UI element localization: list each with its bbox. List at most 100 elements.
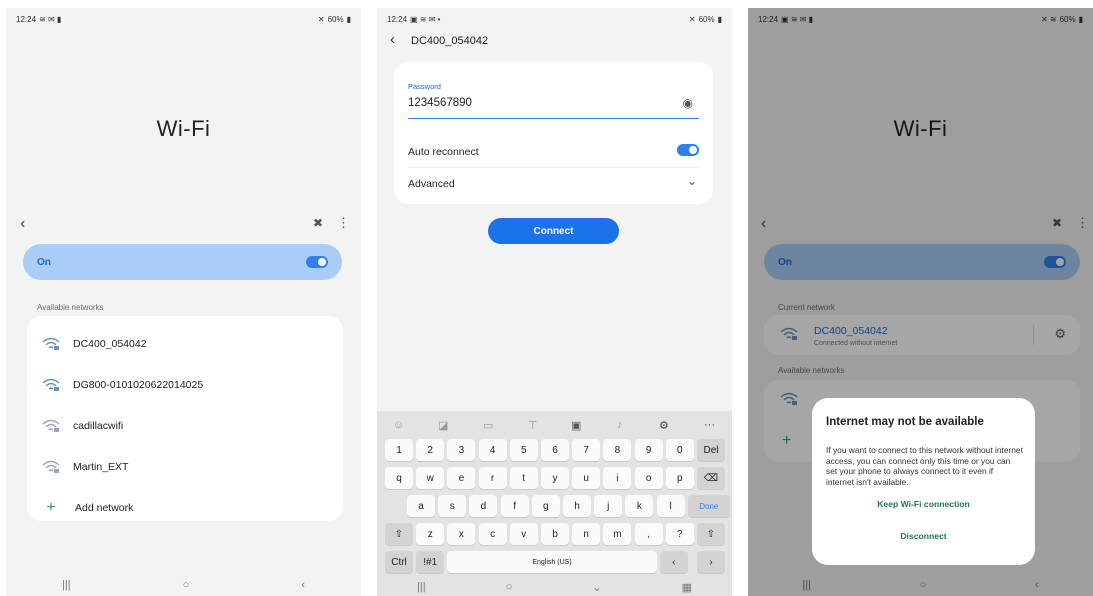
add-network-label: Add network: [75, 502, 134, 514]
password-input[interactable]: 1234567890: [408, 97, 472, 109]
keep-wifi-button[interactable]: Keep Wi-Fi connection: [812, 499, 1035, 509]
status-bar: 12:24 ≋ ✉ ▮ ✕ 60% ▮: [16, 12, 351, 26]
recent-apps-icon[interactable]: |||: [62, 579, 71, 591]
key-8[interactable]: 8: [603, 439, 632, 461]
password-label: Password: [408, 82, 441, 91]
mute-icon: ✕: [688, 14, 696, 24]
back-icon[interactable]: ‹: [390, 31, 395, 48]
key-h[interactable]: h: [563, 495, 591, 517]
key-w[interactable]: w: [416, 467, 445, 489]
gif-icon[interactable]: ▭: [483, 419, 493, 432]
connect-button[interactable]: Connect: [488, 218, 619, 244]
key-k[interactable]: k: [625, 495, 654, 517]
key-v[interactable]: v: [509, 523, 538, 545]
key-f[interactable]: f: [500, 495, 529, 517]
key-0[interactable]: 0: [665, 439, 694, 461]
signal-icon: ≋ ✉ ▮: [39, 14, 62, 24]
battery-level: 60%: [327, 14, 344, 24]
network-item[interactable]: Martin_EXT: [27, 451, 343, 483]
network-item[interactable]: cadillacwifi: [27, 410, 343, 442]
key-t[interactable]: t: [509, 467, 538, 489]
network-item[interactable]: DC400_054042: [27, 328, 343, 360]
hide-keyboard-icon[interactable]: ⌄: [592, 581, 601, 594]
wifi-lock-icon: [41, 337, 61, 351]
key-l[interactable]: l: [656, 495, 685, 517]
key-comma[interactable]: ,: [634, 523, 663, 545]
key-j[interactable]: j: [594, 495, 623, 517]
key-i[interactable]: i: [603, 467, 632, 489]
text-icon[interactable]: ⊤: [528, 419, 538, 432]
shift-key[interactable]: ⇧: [385, 523, 413, 545]
key-y[interactable]: y: [541, 467, 569, 489]
key-q[interactable]: q: [385, 467, 413, 489]
cursor-right-key[interactable]: ›: [697, 551, 725, 573]
internet-warning-dialog: Internet may not be available If you wan…: [812, 398, 1035, 565]
toggle-label: On: [37, 256, 51, 268]
back-icon[interactable]: ‹: [20, 215, 25, 233]
key-2[interactable]: 2: [416, 439, 445, 461]
plus-icon: +: [46, 499, 56, 516]
network-name: DC400_054042: [73, 338, 147, 350]
status-time: 12:24: [16, 14, 37, 24]
done-key[interactable]: Done: [687, 495, 730, 517]
auto-reconnect-toggle[interactable]: [677, 144, 699, 156]
add-network-button[interactable]: + Add network: [27, 492, 343, 524]
key-z[interactable]: z: [416, 523, 445, 545]
key-p[interactable]: p: [665, 467, 694, 489]
key-b[interactable]: b: [541, 523, 569, 545]
symbols-key[interactable]: !#1: [416, 551, 445, 573]
network-name: DG800-0101020622014025: [73, 379, 204, 391]
toggle-switch[interactable]: [306, 256, 328, 268]
shift-key-right[interactable]: ⇧: [697, 523, 725, 545]
emoji-icon[interactable]: ☺: [393, 419, 404, 431]
key-o[interactable]: o: [634, 467, 663, 489]
space-key[interactable]: English (US): [447, 551, 657, 573]
key-9[interactable]: 9: [634, 439, 663, 461]
key-4[interactable]: 4: [478, 439, 507, 461]
mic-icon[interactable]: ♪: [617, 419, 623, 431]
key-3[interactable]: 3: [447, 439, 476, 461]
key-e[interactable]: e: [447, 467, 476, 489]
key-question[interactable]: ?: [665, 523, 694, 545]
wifi-list-screen: 12:24 ≋ ✉ ▮ ✕ 60% ▮ Wi-Fi ‹ ✖ ⋮ On Availabl…: [6, 8, 361, 596]
key-5[interactable]: 5: [509, 439, 538, 461]
key-a[interactable]: a: [407, 495, 435, 517]
key-1[interactable]: 1: [385, 439, 413, 461]
key-6[interactable]: 6: [541, 439, 569, 461]
show-password-icon[interactable]: ◉: [683, 96, 693, 110]
key-s[interactable]: s: [438, 495, 467, 517]
key-u[interactable]: u: [572, 467, 601, 489]
chevron-down-icon[interactable]: ⌄: [687, 174, 697, 188]
backspace-key[interactable]: ⌫: [697, 467, 725, 489]
more-options-icon[interactable]: ⋮: [337, 215, 350, 231]
home-icon[interactable]: ○: [506, 581, 513, 593]
cursor-left-key[interactable]: ‹: [659, 551, 688, 573]
network-item[interactable]: DG800-0101020622014025: [27, 369, 343, 401]
dialog-body: If you want to connect to this network w…: [826, 445, 1023, 487]
key-n[interactable]: n: [572, 523, 601, 545]
wifi-master-toggle[interactable]: On: [23, 244, 342, 280]
ctrl-key[interactable]: Ctrl: [385, 551, 413, 573]
key-c[interactable]: c: [478, 523, 507, 545]
back-nav-icon[interactable]: ‹: [301, 579, 305, 591]
key-x[interactable]: x: [447, 523, 476, 545]
auto-reconnect-label: Auto reconnect: [408, 146, 479, 158]
more-icon[interactable]: ···: [704, 419, 715, 431]
settings-icon[interactable]: ⚙: [659, 419, 669, 432]
key-g[interactable]: g: [531, 495, 560, 517]
keyboard-icon[interactable]: ▦: [682, 581, 692, 594]
disconnect-button[interactable]: Disconnect: [812, 531, 1035, 541]
advanced-label[interactable]: Advanced: [408, 178, 455, 190]
key-7[interactable]: 7: [572, 439, 601, 461]
dialog-screen: 12:24 ▣ ≋ ✉ ▮ ✕ ≋ 60% ▮ Wi-Fi ‹ ✖ ⋮ On Curr…: [748, 8, 1093, 596]
delete-key[interactable]: Del: [697, 439, 725, 461]
key-m[interactable]: m: [603, 523, 632, 545]
clipboard-icon[interactable]: ▣: [571, 419, 581, 432]
key-r[interactable]: r: [478, 467, 507, 489]
network-list: DC400_054042 DG800-0101020622014025 cadi…: [27, 316, 343, 521]
key-d[interactable]: d: [469, 495, 498, 517]
wifi-direct-icon[interactable]: ✖: [313, 216, 323, 230]
home-icon[interactable]: ○: [183, 579, 190, 591]
recent-apps-icon[interactable]: |||: [417, 581, 426, 593]
sticker-icon[interactable]: ◪: [438, 419, 448, 432]
